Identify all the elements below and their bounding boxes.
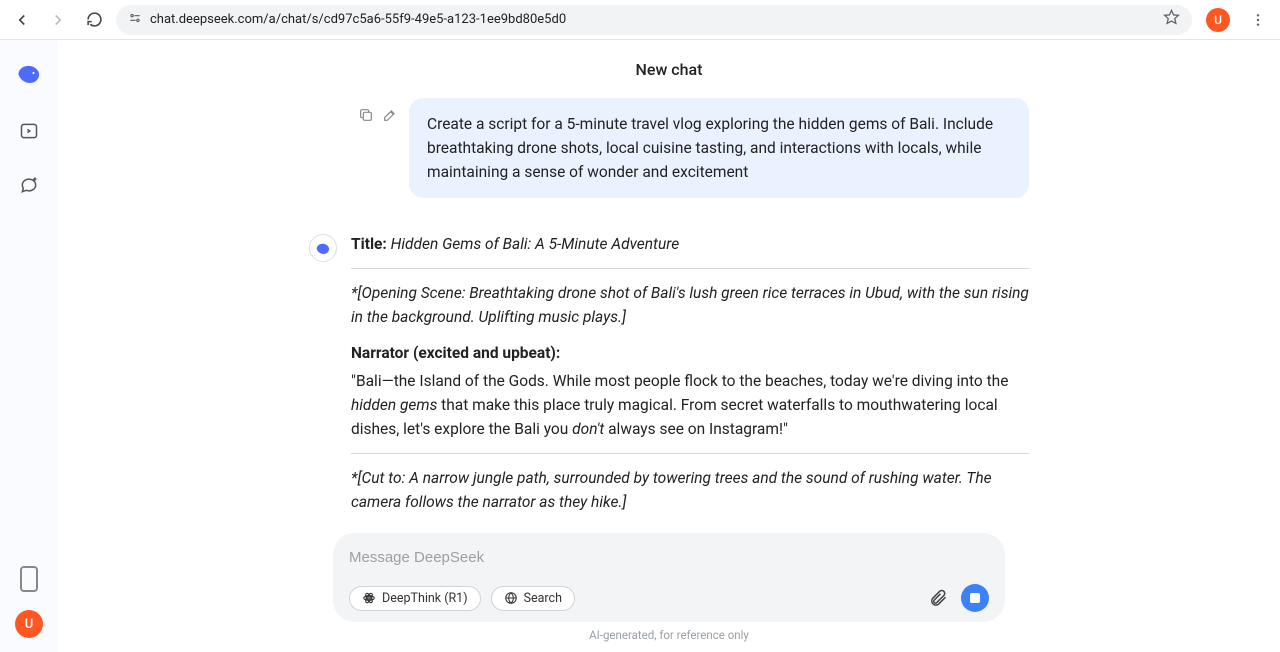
- disclaimer-text: AI-generated, for reference only: [333, 628, 1005, 642]
- deepthink-label: DeepThink (R1): [382, 591, 468, 606]
- narrator-line: "Bali—the Island of the Gods. While most…: [351, 369, 1029, 441]
- paperclip-icon: [928, 588, 948, 608]
- reload-button[interactable]: [80, 6, 108, 34]
- atom-icon: [362, 591, 376, 605]
- assistant-avatar-icon: [309, 234, 337, 262]
- copy-icon[interactable]: [357, 106, 375, 124]
- site-settings-icon[interactable]: [128, 11, 142, 28]
- mobile-app-icon[interactable]: [20, 566, 38, 592]
- title-label: Title:: [351, 235, 387, 253]
- scene-direction: *[Opening Scene: Breathtaking drone shot…: [351, 281, 1029, 329]
- chat-title: New chat: [58, 40, 1280, 98]
- divider: [351, 268, 1029, 269]
- user-avatar[interactable]: U: [15, 610, 43, 638]
- back-button[interactable]: [8, 6, 36, 34]
- divider: [351, 453, 1029, 454]
- bookmark-star-icon[interactable]: [1163, 9, 1180, 30]
- search-toggle[interactable]: Search: [491, 586, 575, 611]
- message-input[interactable]: [349, 549, 989, 584]
- address-bar[interactable]: chat.deepseek.com/a/chat/s/cd97c5a6-55f9…: [116, 5, 1192, 35]
- message-input-container: DeepThink (R1) Search: [333, 533, 1005, 622]
- edit-icon[interactable]: [381, 106, 399, 124]
- stop-button[interactable]: [961, 584, 989, 612]
- browser-menu-button[interactable]: [1244, 12, 1272, 28]
- narrator-label: Narrator (excited and upbeat):: [351, 341, 1029, 365]
- attach-button[interactable]: [925, 585, 951, 611]
- scene-direction: *[Cut to: A narrow jungle path, surround…: [351, 466, 1029, 514]
- title-value: Hidden Gems of Bali: A 5-Minute Adventur…: [391, 235, 680, 253]
- search-label: Search: [524, 591, 562, 606]
- deepthink-toggle[interactable]: DeepThink (R1): [349, 586, 481, 611]
- url-text: chat.deepseek.com/a/chat/s/cd97c5a6-55f9…: [150, 12, 566, 27]
- assistant-message-row: Title: Hidden Gems of Bali: A 5-Minute A…: [309, 232, 1029, 526]
- sidebar: U: [0, 40, 58, 652]
- stop-icon: [970, 593, 980, 603]
- user-message-bubble: Create a script for a 5-minute travel vl…: [409, 98, 1029, 198]
- user-message-row: Create a script for a 5-minute travel vl…: [309, 98, 1029, 198]
- browser-profile-badge[interactable]: U: [1206, 8, 1230, 32]
- assistant-message-content: Title: Hidden Gems of Bali: A 5-Minute A…: [351, 232, 1029, 526]
- forward-button[interactable]: [44, 6, 72, 34]
- app-logo-icon[interactable]: [14, 58, 44, 88]
- browser-toolbar: chat.deepseek.com/a/chat/s/cd97c5a6-55f9…: [0, 0, 1280, 40]
- new-chat-icon[interactable]: [18, 174, 40, 196]
- collapse-sidebar-icon[interactable]: [18, 120, 40, 142]
- globe-icon: [504, 591, 518, 605]
